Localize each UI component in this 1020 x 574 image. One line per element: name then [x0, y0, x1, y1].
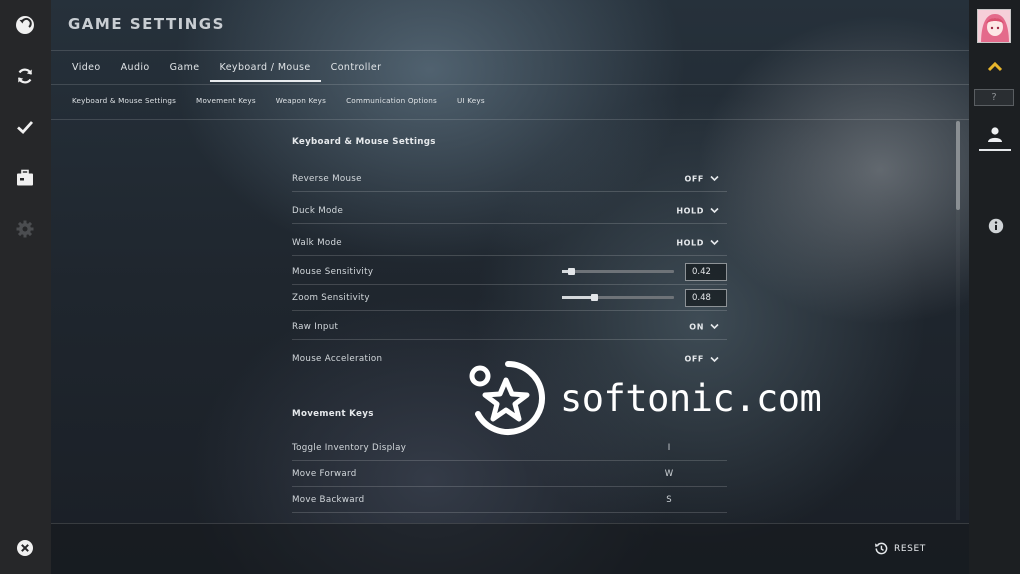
setting-label: Walk Mode: [292, 237, 342, 248]
chevron-up-icon: [987, 61, 1003, 72]
page-title: GAME SETTINGS: [68, 15, 225, 33]
mouse-sensitivity-input[interactable]: 0.42: [685, 262, 727, 281]
keybind-value[interactable]: W: [660, 469, 678, 479]
keybind-value[interactable]: I: [660, 443, 678, 453]
watermark: softonic.com: [466, 358, 822, 438]
keybind-label: Move Backward: [292, 494, 365, 505]
slider-thumb[interactable]: [567, 267, 575, 275]
chevron-down-icon: [710, 323, 719, 330]
duck-mode-dropdown[interactable]: HOLD: [676, 206, 719, 215]
divider: [51, 119, 969, 120]
setting-row-duck-mode: Duck Mode HOLD: [292, 198, 727, 224]
subtab-movement-keys[interactable]: Movement Keys: [186, 96, 266, 105]
info-button[interactable]: [988, 218, 1004, 234]
reverse-mouse-dropdown[interactable]: OFF: [684, 174, 719, 183]
chevron-down-icon: [710, 207, 719, 214]
setting-label: Zoom Sensitivity: [292, 292, 370, 303]
chevron-down-icon: [710, 239, 719, 246]
setting-row-mouse-sensitivity: Mouse Sensitivity 0.42: [292, 259, 727, 285]
divider: [51, 523, 969, 524]
bottom-bar: [51, 523, 969, 574]
tab-keyboard-mouse[interactable]: Keyboard / Mouse: [209, 56, 321, 82]
zoom-sensitivity-slider[interactable]: [562, 293, 674, 301]
walk-mode-dropdown[interactable]: HOLD: [676, 238, 719, 247]
tab-audio[interactable]: Audio: [111, 56, 160, 81]
section-title-keyboard-mouse: Keyboard & Mouse Settings: [292, 137, 436, 147]
chevron-down-icon: [710, 175, 719, 182]
dropdown-value: HOLD: [676, 206, 704, 215]
tab-video[interactable]: Video: [62, 56, 111, 81]
back-arrow-icon: [16, 16, 34, 34]
avatar[interactable]: [977, 9, 1011, 43]
setting-label: Raw Input: [292, 321, 339, 332]
subtab-weapon-keys[interactable]: Weapon Keys: [266, 96, 336, 105]
setting-row-zoom-sensitivity: Zoom Sensitivity 0.48: [292, 285, 727, 311]
raw-input-dropdown[interactable]: ON: [689, 322, 719, 331]
user-icon: [988, 127, 1002, 142]
keybind-row-move-backward[interactable]: Move Backward S: [292, 487, 727, 513]
checkmark-icon: [17, 121, 34, 134]
refresh-button[interactable]: [10, 61, 40, 91]
settings-button[interactable]: [10, 214, 40, 244]
setting-label: Mouse Acceleration: [292, 354, 383, 364]
keybind-row-toggle-inventory[interactable]: Toggle Inventory Display I: [292, 435, 727, 461]
back-button[interactable]: [10, 10, 40, 40]
scrollbar-thumb[interactable]: [956, 121, 960, 210]
setting-label: Reverse Mouse: [292, 173, 362, 184]
setting-row-raw-input: Raw Input ON: [292, 314, 727, 340]
setting-label: Duck Mode: [292, 205, 344, 216]
slider-thumb[interactable]: [591, 293, 599, 301]
softonic-logo-icon: [469, 361, 545, 435]
avatar-portrait-icon: [978, 10, 1010, 42]
quit-button[interactable]: [10, 533, 40, 563]
keybind-row-move-forward[interactable]: Move Forward W: [292, 461, 727, 487]
setting-row-walk-mode: Walk Mode HOLD: [292, 230, 727, 256]
subtab-keyboard-mouse-settings[interactable]: Keyboard & Mouse Settings: [62, 96, 186, 105]
rank-button[interactable]: [985, 60, 1005, 74]
tab-controller[interactable]: Controller: [321, 56, 392, 81]
reset-label: RESET: [894, 543, 926, 554]
subtab-communication-options[interactable]: Communication Options: [336, 96, 447, 105]
left-sidebar: [0, 0, 51, 574]
divider: [51, 50, 969, 51]
main-tab-bar: Video Audio Game Keyboard / Mouse Contro…: [62, 56, 392, 82]
help-icon: ?: [991, 92, 997, 103]
inventory-button[interactable]: [10, 163, 40, 193]
keybind-value[interactable]: S: [660, 495, 678, 505]
close-icon: [17, 540, 33, 556]
watermark-text: softonic.com: [560, 376, 822, 420]
mouse-sensitivity-slider[interactable]: [562, 267, 674, 275]
setting-label: Mouse Sensitivity: [292, 266, 374, 277]
slider-fill: [562, 295, 595, 299]
divider: [51, 84, 969, 85]
keybind-label: Move Forward: [292, 468, 357, 479]
profile-button[interactable]: [979, 119, 1011, 151]
gear-icon: [16, 220, 34, 238]
reset-button[interactable]: RESET: [873, 541, 926, 556]
right-sidebar: ?: [969, 0, 1020, 574]
section-title-movement-keys: Movement Keys: [292, 409, 374, 419]
info-icon: [988, 218, 1004, 234]
dropdown-value: OFF: [684, 174, 704, 183]
keybind-label: Toggle Inventory Display: [292, 442, 407, 453]
sub-tab-bar: Keyboard & Mouse Settings Movement Keys …: [62, 96, 495, 105]
zoom-sensitivity-input[interactable]: 0.48: [685, 288, 727, 307]
dropdown-value: HOLD: [676, 238, 704, 247]
apply-button[interactable]: [10, 112, 40, 142]
subtab-ui-keys[interactable]: UI Keys: [447, 96, 495, 105]
help-button[interactable]: ?: [974, 89, 1014, 106]
dropdown-value: ON: [689, 322, 704, 331]
history-icon: [875, 542, 888, 555]
briefcase-icon: [17, 169, 33, 186]
setting-row-reverse-mouse: Reverse Mouse OFF: [292, 166, 727, 192]
tab-game[interactable]: Game: [160, 56, 210, 81]
refresh-icon: [17, 68, 33, 84]
